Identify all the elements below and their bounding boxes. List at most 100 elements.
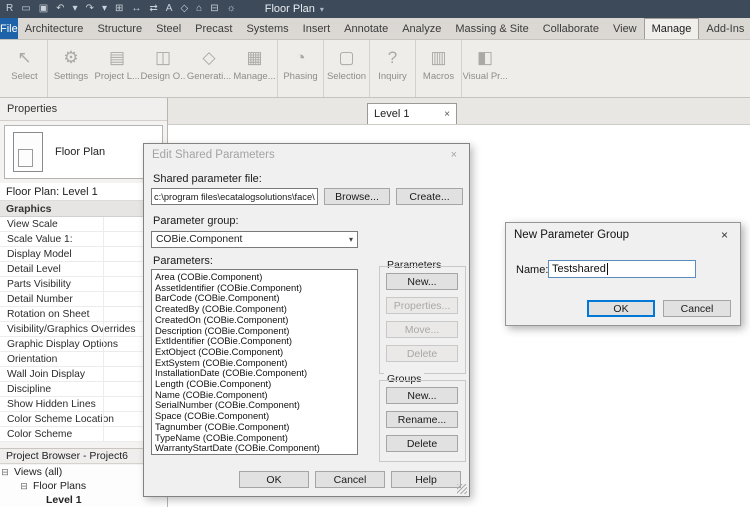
qat-icon[interactable]: ▾ (99, 0, 110, 18)
ribbon-button[interactable]: ▥ Macros (416, 40, 462, 97)
ribbon-tab[interactable]: Insert (296, 18, 338, 39)
qat-icon[interactable]: R (3, 0, 16, 18)
qat-icon[interactable]: ⇄ (146, 0, 160, 18)
qat-icon[interactable]: ↶ (53, 0, 67, 18)
ribbon-button-label: Visual Pr... (463, 71, 508, 82)
chevron-down-icon: ▾ (349, 235, 353, 244)
close-icon[interactable]: × (717, 228, 732, 242)
property-row[interactable]: Parts Visibility (0, 277, 167, 292)
parameter-action-button[interactable]: New... (386, 273, 458, 290)
property-row[interactable]: Visibility/Graphics Overrides (0, 322, 167, 337)
qat-icon[interactable]: ↷ (83, 0, 97, 18)
property-row[interactable]: Color Scheme Location (0, 412, 167, 427)
property-row[interactable]: Wall Join Display (0, 367, 167, 382)
tree-item[interactable]: ⊟ Floor Plans (0, 479, 167, 493)
ribbon-button[interactable]: ⚙ Settings (48, 40, 94, 97)
shared-parameter-file-input[interactable] (151, 188, 318, 205)
ribbon-tab[interactable]: Systems (239, 18, 295, 39)
create-button[interactable]: Create... (396, 188, 463, 205)
ribbon-tab[interactable]: View (606, 18, 644, 39)
property-row[interactable]: Detail Level (0, 262, 167, 277)
dialog-footer-button[interactable]: Cancel (315, 471, 385, 488)
property-row[interactable]: Scale Value 1: (0, 232, 167, 247)
ribbon-button[interactable]: ◧ Visual Pr... (462, 40, 508, 97)
dialog-titlebar[interactable]: New Parameter Group × (506, 223, 740, 247)
ribbon-tab[interactable]: Massing & Site (448, 18, 535, 39)
ribbon-button[interactable]: ◫ Design O... (140, 40, 186, 97)
property-row[interactable]: Show Hidden Lines (0, 397, 167, 412)
property-row[interactable]: Discipline (0, 382, 167, 397)
name-input[interactable]: Testshared (548, 260, 696, 278)
parameters-listbox[interactable]: Area (COBie.Component)AssetIdentifier (C… (151, 269, 358, 455)
group-buttons: New... Rename... Delete (386, 387, 458, 452)
group-action-button[interactable]: New... (386, 387, 458, 404)
qat-icon[interactable]: ☼ (224, 0, 239, 18)
ribbon-tab[interactable]: Manage (644, 18, 700, 39)
type-selector[interactable]: Floor Plan (4, 125, 163, 179)
qat-icon[interactable]: ⊟ (207, 0, 221, 18)
group-action-button[interactable]: Rename... (386, 411, 458, 428)
tree-expander-icon[interactable]: ⊟ (19, 481, 29, 492)
property-row[interactable]: Rotation on Sheet (0, 307, 167, 322)
ribbon-tab[interactable]: Analyze (395, 18, 448, 39)
dialog-titlebar[interactable]: Edit Shared Parameters × (144, 144, 469, 166)
property-row[interactable]: View Scale (0, 217, 167, 232)
qat-icon[interactable]: ▣ (36, 0, 51, 18)
resize-grip[interactable] (457, 484, 467, 494)
instance-selector[interactable]: Floor Plan: Level 1 (0, 183, 167, 201)
ribbon-button[interactable]: ▦ Manage... (232, 40, 278, 97)
chevron-down-icon[interactable]: ▾ (320, 5, 324, 14)
parameter-action-button[interactable]: Delete (386, 345, 458, 362)
view-tab-level1[interactable]: Level 1 × (367, 103, 457, 124)
ribbon-button-icon: ◇ (202, 45, 215, 71)
file-tab[interactable]: File (0, 18, 18, 39)
parameter-item[interactable]: Tagnumber (COBie.Component) (155, 422, 357, 433)
qat-icon[interactable]: ⌂ (193, 0, 205, 18)
ribbon-tab[interactable]: Structure (90, 18, 149, 39)
ribbon-tab[interactable]: Precast (188, 18, 239, 39)
tree-expander-icon[interactable]: ⊟ (0, 467, 10, 478)
document-title: Floor Plan ▾ (265, 3, 324, 15)
properties-header: Properties (0, 98, 167, 121)
view-tab-strip: Level 1 × (168, 98, 750, 125)
parameter-item[interactable]: CreatedOn (COBie.Component) (155, 315, 357, 326)
graphics-section-header[interactable]: Graphics (0, 201, 167, 217)
tree-item[interactable]: ⊟ Views (all) (0, 465, 167, 479)
browse-button[interactable]: Browse... (324, 188, 390, 205)
dialog-button[interactable]: Cancel (663, 300, 731, 317)
qat-icon[interactable]: A (163, 0, 176, 18)
qat-icon[interactable]: ▾ (70, 0, 81, 18)
ribbon-button[interactable]: ↖ Select (2, 40, 48, 97)
qat-icon[interactable]: ⊞ (112, 0, 126, 18)
ribbon-tab[interactable]: Steel (149, 18, 188, 39)
parameter-item[interactable]: WarrantyStartDate (COBie.Component) (155, 443, 357, 454)
qat-icon[interactable]: ↔ (128, 0, 144, 18)
ribbon-button[interactable]: ▤ Project L... (94, 40, 140, 97)
qat-icon[interactable]: ◇ (177, 0, 191, 18)
dialog-footer-button[interactable]: OK (239, 471, 309, 488)
close-icon[interactable]: × (447, 149, 461, 161)
project-browser-header[interactable]: Project Browser - Project6 (0, 448, 167, 464)
property-row[interactable]: Color Scheme (0, 427, 167, 442)
ribbon-tab[interactable]: Annotate (337, 18, 395, 39)
ribbon-button[interactable]: ▢ Selection (324, 40, 370, 97)
ribbon-tab[interactable]: Architecture (18, 18, 91, 39)
group-action-button[interactable]: Delete (386, 435, 458, 452)
ribbon-button[interactable]: ◔ Phasing (278, 40, 324, 97)
ribbon-tab[interactable]: Collaborate (536, 18, 606, 39)
parameter-action-button[interactable]: Move... (386, 321, 458, 338)
property-row[interactable]: Detail Number (0, 292, 167, 307)
dialog-footer-button[interactable]: Help (391, 471, 461, 488)
parameter-group-dropdown[interactable]: COBie.Component ▾ (151, 231, 358, 248)
qat-icon[interactable]: ▭ (18, 0, 33, 18)
parameter-action-button[interactable]: Properties... (386, 297, 458, 314)
ribbon-tab[interactable]: Add-Ins (699, 18, 750, 39)
dialog-button[interactable]: OK (587, 300, 655, 317)
property-row[interactable]: Graphic Display Options (0, 337, 167, 352)
ribbon-button[interactable]: ? Inquiry (370, 40, 416, 97)
tree-item[interactable]: Level 1 (0, 493, 167, 507)
property-row[interactable]: Orientation (0, 352, 167, 367)
close-icon[interactable]: × (444, 109, 450, 120)
ribbon-button[interactable]: ◇ Generati... (186, 40, 232, 97)
property-row[interactable]: Display Model (0, 247, 167, 262)
